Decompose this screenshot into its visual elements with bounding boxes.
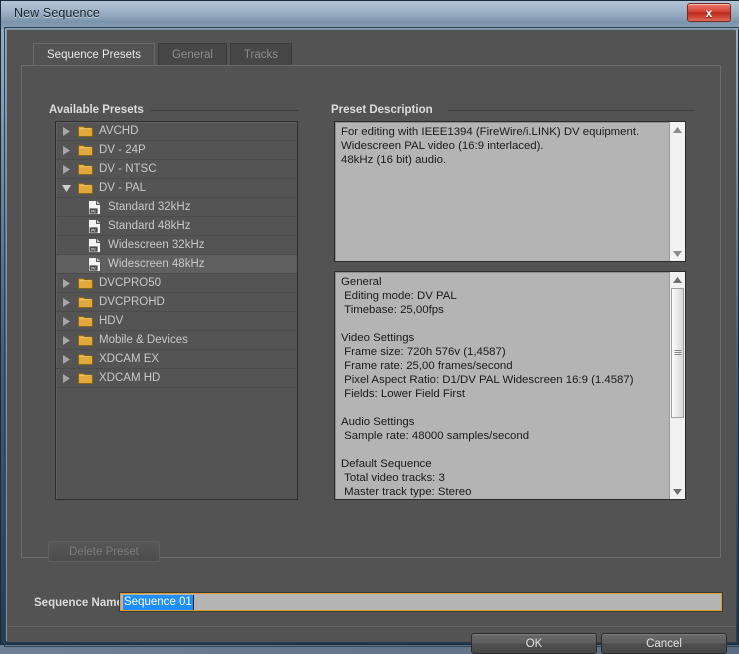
preset-details-content: General Editing mode: DV PAL Timebase: 2… <box>341 276 634 498</box>
chevron-right-icon[interactable] <box>56 335 76 345</box>
cancel-button[interactable]: Cancel <box>601 633 727 654</box>
chevron-right-icon[interactable] <box>56 126 76 136</box>
tree-row-label: Standard 32kHz <box>108 201 191 213</box>
tab-sequence-presets[interactable]: Sequence Presets <box>33 43 155 66</box>
ok-button[interactable]: OK <box>471 633 597 654</box>
tree-row-label: DV - 24P <box>99 144 146 156</box>
tree-row[interactable]: Pr Widescreen 48kHz <box>56 255 297 274</box>
close-icon: x <box>705 5 713 20</box>
sequence-name-input[interactable]: Sequence 01 <box>120 593 722 611</box>
chevron-right-icon[interactable] <box>56 164 76 174</box>
scroll-up-icon[interactable] <box>670 272 685 287</box>
window-title: New Sequence <box>14 6 100 20</box>
tab-label: General <box>171 49 213 61</box>
tree-row[interactable]: HDV <box>56 312 297 331</box>
scrollbar-thumb[interactable] <box>671 288 684 418</box>
chevron-right-icon[interactable] <box>56 278 76 288</box>
dialog-frame: Sequence Presets General Tracks Availabl… <box>4 27 739 654</box>
tree-row[interactable]: AVCHD <box>56 122 297 141</box>
scrollbar-grip-icon <box>674 350 681 356</box>
tree-row-label: XDCAM HD <box>99 372 161 384</box>
folder-open-icon <box>76 182 95 194</box>
tree-row[interactable]: DV - PAL <box>56 179 297 198</box>
svg-text:Pr: Pr <box>91 265 96 270</box>
tree-row[interactable]: DVCPRO50 <box>56 274 297 293</box>
preset-description-scrollbar[interactable] <box>669 122 685 261</box>
tree-row-label: Widescreen 48kHz <box>108 258 205 270</box>
sequence-name-label: Sequence Name: <box>34 597 127 609</box>
delete-preset-label: Delete Preset <box>69 545 139 558</box>
delete-preset-button[interactable]: Delete Preset <box>48 541 160 562</box>
tree-row[interactable]: Pr Widescreen 32kHz <box>56 236 297 255</box>
preset-details-text: General Editing mode: DV PAL Timebase: 2… <box>334 271 686 500</box>
tree-row[interactable]: DV - 24P <box>56 141 297 160</box>
tree-row[interactable]: Pr Standard 32kHz <box>56 198 297 217</box>
tree-row[interactable]: XDCAM EX <box>56 350 297 369</box>
preset-description-text: For editing with IEEE1394 (FireWire/i.LI… <box>334 121 686 262</box>
chevron-right-icon[interactable] <box>56 145 76 155</box>
svg-text:Pr: Pr <box>91 208 96 213</box>
chevron-right-icon[interactable] <box>56 354 76 364</box>
tab-tracks[interactable]: Tracks <box>229 43 292 66</box>
tab-general[interactable]: General <box>157 43 227 66</box>
folder-icon <box>76 353 95 365</box>
chevron-right-icon[interactable] <box>56 297 76 307</box>
folder-icon <box>76 296 95 308</box>
tree-row-label: DVCPRO50 <box>99 277 161 289</box>
available-presets-tree[interactable]: AVCHD DV - 24P DV - NTSC DV - PAL Pr Standard… <box>55 121 298 500</box>
folder-icon <box>76 277 95 289</box>
title-bar[interactable]: New Sequence x <box>1 1 739 29</box>
close-button[interactable]: x <box>687 3 731 22</box>
tree-row-label: AVCHD <box>99 125 139 137</box>
tree-row-label: HDV <box>99 315 124 327</box>
tree-row[interactable]: Pr Standard 48kHz <box>56 217 297 236</box>
tree-row-label: DVCPROHD <box>99 296 165 308</box>
new-sequence-dialog-window: New Sequence x Sequence Presets General … <box>0 0 739 654</box>
folder-icon <box>76 315 95 327</box>
svg-text:Pr: Pr <box>91 246 96 251</box>
tree-row-label: XDCAM EX <box>99 353 160 365</box>
available-presets-group-label: Available Presets <box>49 104 144 116</box>
preset-description-group-rule <box>448 110 695 111</box>
chevron-right-icon[interactable] <box>56 373 76 383</box>
scroll-down-icon[interactable] <box>670 246 685 261</box>
tree-row-label: Standard 48kHz <box>108 220 191 232</box>
tree-row[interactable]: DVCPROHD <box>56 293 297 312</box>
ok-label: OK <box>525 637 543 650</box>
preset-description-group-label: Preset Description <box>331 104 433 116</box>
scroll-up-icon[interactable] <box>670 122 685 137</box>
folder-icon <box>76 125 95 137</box>
chevron-right-icon[interactable] <box>56 316 76 326</box>
folder-icon <box>76 144 95 156</box>
scroll-down-icon[interactable] <box>670 484 685 499</box>
tree-row-label: Widescreen 32kHz <box>108 239 205 251</box>
cancel-label: Cancel <box>646 637 682 650</box>
tab-label: Tracks <box>243 49 278 61</box>
preset-file-icon: Pr <box>85 199 104 215</box>
sequence-name-value: Sequence 01 <box>123 595 193 610</box>
folder-icon <box>76 372 95 384</box>
preset-file-icon: Pr <box>85 218 104 234</box>
tree-row[interactable]: XDCAM HD <box>56 369 297 388</box>
tab-strip: Sequence Presets General Tracks <box>33 43 292 66</box>
tree-row-label: Mobile & Devices <box>99 334 188 346</box>
folder-icon <box>76 163 95 175</box>
preset-file-icon: Pr <box>85 237 104 253</box>
chevron-down-icon[interactable] <box>56 184 76 192</box>
tree-row-label: DV - PAL <box>99 182 147 194</box>
tab-label: Sequence Presets <box>47 48 141 61</box>
tree-row[interactable]: DV - NTSC <box>56 160 297 179</box>
tree-row[interactable]: Mobile & Devices <box>56 331 297 350</box>
available-presets-group-rule <box>151 110 299 111</box>
text-caret <box>193 595 194 610</box>
preset-details-scrollbar[interactable] <box>669 272 685 499</box>
folder-icon <box>76 334 95 346</box>
dialog-content: Sequence Presets General Tracks Availabl… <box>7 30 736 654</box>
svg-text:Pr: Pr <box>91 227 96 232</box>
preset-description-content: For editing with IEEE1394 (FireWire/i.LI… <box>341 126 640 166</box>
footer-separator <box>7 626 736 627</box>
tree-row-label: DV - NTSC <box>99 163 157 175</box>
preset-file-icon: Pr <box>85 256 104 272</box>
